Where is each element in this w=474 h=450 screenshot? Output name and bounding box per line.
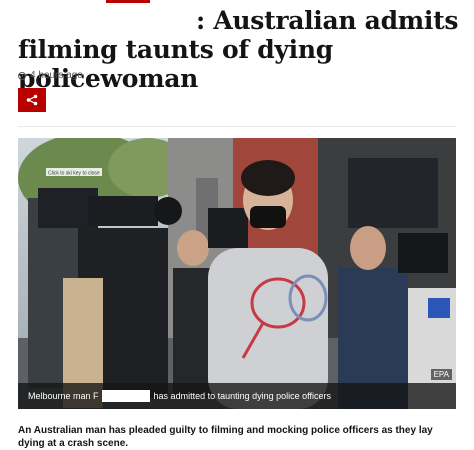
image-credit: EPA xyxy=(430,369,452,380)
brand-accent-bar xyxy=(106,0,150,3)
article-image: Click to ski key to close EPA Melbourne … xyxy=(18,138,456,409)
article-intro: An Australian man has pleaded guilty to … xyxy=(18,425,433,449)
caption-redaction xyxy=(101,390,150,402)
article-headline: : Australian admits filming taunts of dy… xyxy=(18,6,468,93)
image-tooltip: Click to ski key to close xyxy=(48,171,100,177)
headline-text: : Australian admits filming taunts of dy… xyxy=(18,6,459,93)
caption-end: has admitted to taunting dying police of… xyxy=(153,391,331,401)
image-caption: Melbourne man F has admitted to taunting… xyxy=(18,383,456,409)
article-timestamp: 4 hours ago xyxy=(18,70,83,81)
header-divider xyxy=(18,126,456,127)
clock-icon xyxy=(18,71,26,80)
share-icon xyxy=(26,94,38,106)
caption-start: Melbourne man F xyxy=(28,391,99,401)
timestamp-text: 4 hours ago xyxy=(30,70,83,81)
share-button[interactable] xyxy=(18,88,46,112)
press-scrum-photo: Click to ski key to close xyxy=(18,138,456,409)
